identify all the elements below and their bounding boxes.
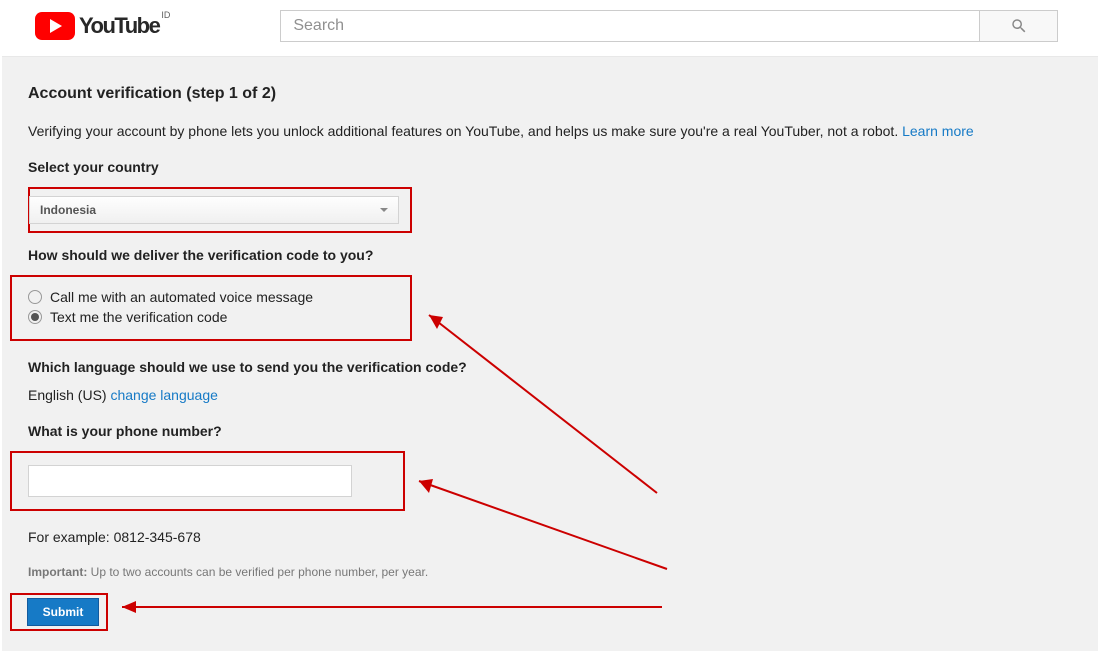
logo-region-badge: ID (161, 10, 170, 20)
radio-icon (28, 290, 42, 304)
submit-button[interactable]: Submit (27, 598, 99, 626)
annotation-arrow-1 (407, 303, 687, 503)
youtube-play-icon (35, 12, 75, 40)
country-highlight-box: Indonesia (28, 187, 412, 233)
phone-input[interactable] (28, 465, 352, 497)
youtube-logo[interactable]: YouTube (35, 12, 159, 40)
search-bar (280, 10, 1058, 42)
phone-highlight-box (10, 451, 405, 511)
important-note: Important: Up to two accounts can be ver… (28, 565, 1072, 579)
annotation-arrow-2 (397, 469, 687, 579)
note-text: Up to two accounts can be verified per p… (87, 565, 428, 579)
language-value: English (US) (28, 387, 110, 403)
search-input[interactable] (280, 10, 980, 42)
delivery-highlight-box: Call me with an automated voice message … (10, 275, 412, 341)
note-bold: Important: (28, 565, 87, 579)
radio-text-label: Text me the verification code (50, 309, 227, 325)
phone-label: What is your phone number? (28, 423, 1072, 439)
country-value: Indonesia (40, 203, 96, 217)
country-select[interactable]: Indonesia (29, 196, 399, 224)
learn-more-link[interactable]: Learn more (902, 123, 974, 139)
radio-checked-icon (28, 310, 42, 324)
radio-option-call[interactable]: Call me with an automated voice message (28, 289, 410, 305)
search-button[interactable] (980, 10, 1058, 42)
page-description: Verifying your account by phone lets you… (28, 123, 1072, 139)
radio-call-label: Call me with an automated voice message (50, 289, 313, 305)
deliver-label: How should we deliver the verification c… (28, 247, 1072, 263)
header: YouTube ID (0, 0, 1100, 56)
desc-text: Verifying your account by phone lets you… (28, 123, 902, 139)
chevron-down-icon (380, 208, 388, 212)
page-title: Account verification (step 1 of 2) (28, 85, 1072, 103)
radio-option-text[interactable]: Text me the verification code (28, 309, 410, 325)
annotation-arrow-3 (102, 597, 682, 617)
main-content: Account verification (step 1 of 2) Verif… (2, 56, 1098, 651)
language-row: English (US) change language (28, 387, 1072, 403)
logo-wrap: YouTube ID (35, 12, 170, 40)
submit-highlight-box: Submit (10, 593, 108, 631)
country-label: Select your country (28, 159, 1072, 175)
search-icon (1010, 17, 1028, 35)
language-label: Which language should we use to send you… (28, 359, 1072, 375)
change-language-link[interactable]: change language (110, 387, 217, 403)
logo-text: YouTube (79, 13, 159, 39)
phone-example: For example: 0812-345-678 (28, 529, 1072, 545)
